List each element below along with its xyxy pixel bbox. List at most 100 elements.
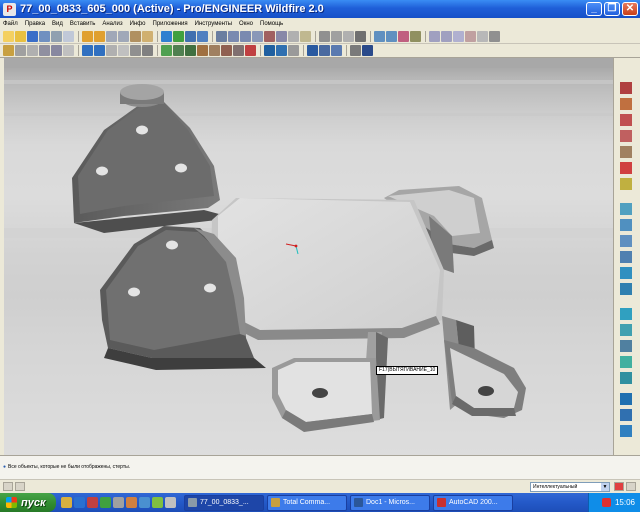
view-manager-icon[interactable] — [300, 31, 311, 42]
menu-info[interactable]: Инфо — [130, 21, 146, 27]
menu-view[interactable]: Вид — [52, 21, 63, 27]
print-icon[interactable] — [51, 31, 62, 42]
zoom-out-icon[interactable] — [240, 31, 251, 42]
style-tool-icon[interactable] — [620, 372, 632, 384]
mirror-tool-icon[interactable] — [620, 393, 632, 405]
start-button[interactable]: пуск — [0, 493, 56, 512]
spin-center-icon[interactable] — [453, 31, 464, 42]
solidify-icon[interactable] — [221, 45, 232, 56]
extrude-tool-icon[interactable] — [620, 308, 632, 320]
pan-icon[interactable] — [441, 31, 452, 42]
quick-launch-icon[interactable] — [165, 497, 176, 508]
datum-plane-icon[interactable] — [620, 82, 632, 94]
datum-plane-tool-icon[interactable] — [245, 45, 256, 56]
sweep-icon[interactable] — [39, 45, 50, 56]
clock[interactable]: 15:06 — [615, 498, 635, 507]
quick-launch-icon[interactable] — [74, 497, 85, 508]
quick-launch-icon[interactable] — [61, 497, 72, 508]
variable-sweep-icon[interactable] — [620, 340, 632, 352]
shell-tool-icon[interactable] — [620, 219, 632, 231]
rib-tool-icon[interactable] — [620, 235, 632, 247]
model-tree-icon[interactable] — [477, 31, 488, 42]
quick-launch-icon[interactable] — [152, 497, 163, 508]
revolve-icon[interactable] — [27, 45, 38, 56]
select-icon[interactable] — [185, 31, 196, 42]
wireframe-icon[interactable] — [319, 31, 330, 42]
shading-icon[interactable] — [355, 31, 366, 42]
draft-icon[interactable] — [130, 45, 141, 56]
back-upright-plate[interactable] — [72, 84, 234, 233]
merge-tool-icon[interactable] — [620, 409, 632, 421]
copy-icon[interactable] — [118, 31, 129, 42]
draft-tool-icon[interactable] — [620, 251, 632, 263]
hole-tool-icon[interactable] — [620, 203, 632, 215]
status-pad-icon[interactable] — [3, 482, 13, 491]
sketch-tool-icon[interactable] — [620, 162, 632, 174]
menu-help[interactable]: Помощь — [260, 21, 283, 27]
trim-tool-icon[interactable] — [620, 425, 632, 437]
maximize-button[interactable]: ❐ — [604, 2, 620, 16]
find-icon[interactable] — [173, 31, 184, 42]
mirror-icon[interactable] — [161, 45, 172, 56]
regenerate-icon[interactable] — [161, 31, 172, 42]
menu-edit[interactable]: Правка — [25, 21, 45, 27]
model-info-icon[interactable] — [264, 45, 275, 56]
menu-applications[interactable]: Приложения — [153, 21, 188, 27]
chamfer-tool-icon[interactable] — [620, 283, 632, 295]
family-table-icon[interactable] — [307, 45, 318, 56]
hidden-line-icon[interactable] — [331, 31, 342, 42]
quick-launch-icon[interactable] — [139, 497, 150, 508]
context-help-icon[interactable] — [489, 31, 500, 42]
quick-launch-icon[interactable] — [126, 497, 137, 508]
taskbar-item-proe[interactable]: 77_00_0833_... — [184, 494, 264, 511]
open-folder-icon[interactable] — [15, 31, 26, 42]
coord-systems-icon[interactable] — [410, 31, 421, 42]
units-icon[interactable] — [331, 45, 342, 56]
chamfer-icon[interactable] — [94, 45, 105, 56]
hole-icon[interactable] — [63, 45, 74, 56]
bracket-model[interactable] — [4, 58, 613, 455]
trim-icon[interactable] — [185, 45, 196, 56]
offset-icon[interactable] — [197, 45, 208, 56]
round-icon[interactable] — [82, 45, 93, 56]
taskbar-item-word[interactable]: Doc1 - Micros... — [350, 494, 430, 511]
menu-insert[interactable]: Вставить — [70, 21, 95, 27]
datum-axes-icon[interactable] — [386, 31, 397, 42]
menu-file[interactable]: Файл — [3, 21, 18, 27]
menu-analysis[interactable]: Анализ — [102, 21, 122, 27]
menu-window[interactable]: Окно — [239, 21, 253, 27]
minimize-button[interactable]: _ — [586, 2, 602, 16]
graphics-viewport[interactable]: F17(ВЫТЯГИВАНИЕ_10 — [4, 58, 613, 455]
datum-curve-icon[interactable] — [620, 114, 632, 126]
rib-icon[interactable] — [118, 45, 129, 56]
status-pad-icon[interactable] — [626, 482, 636, 491]
no-hidden-icon[interactable] — [343, 31, 354, 42]
scene-icon[interactable] — [362, 45, 373, 56]
relations-icon[interactable] — [197, 31, 208, 42]
paste-icon[interactable] — [130, 31, 141, 42]
taskbar-item-autocad[interactable]: AutoCAD 200... — [433, 494, 513, 511]
zoom-window-icon[interactable] — [429, 31, 440, 42]
analysis-icon[interactable] — [620, 178, 632, 190]
appearance-icon[interactable] — [350, 45, 361, 56]
save-icon[interactable] — [27, 31, 38, 42]
title-bar[interactable]: P 77_00_0833_605_000 (Active) - Pro/ENGI… — [0, 0, 640, 18]
quick-launch-icon[interactable] — [100, 497, 111, 508]
revolve-tool-icon[interactable] — [620, 324, 632, 336]
quick-launch-icon[interactable] — [87, 497, 98, 508]
boundary-blend-icon[interactable] — [620, 356, 632, 368]
blend-icon[interactable] — [51, 45, 62, 56]
lower-right-flange[interactable] — [444, 340, 526, 418]
refit-icon[interactable] — [252, 31, 263, 42]
menu-tools[interactable]: Инструменты — [195, 21, 232, 27]
reorient-icon[interactable] — [264, 31, 275, 42]
shell-icon[interactable] — [106, 45, 117, 56]
saved-views-icon[interactable] — [276, 31, 287, 42]
quick-launch-icon[interactable] — [113, 497, 124, 508]
taskbar-item-total-commander[interactable]: Total Comma... — [267, 494, 347, 511]
mail-icon[interactable] — [63, 31, 74, 42]
measure-icon[interactable] — [276, 45, 287, 56]
datum-point-icon[interactable] — [620, 130, 632, 142]
datum-planes-icon[interactable] — [374, 31, 385, 42]
status-pad-icon[interactable] — [15, 482, 25, 491]
